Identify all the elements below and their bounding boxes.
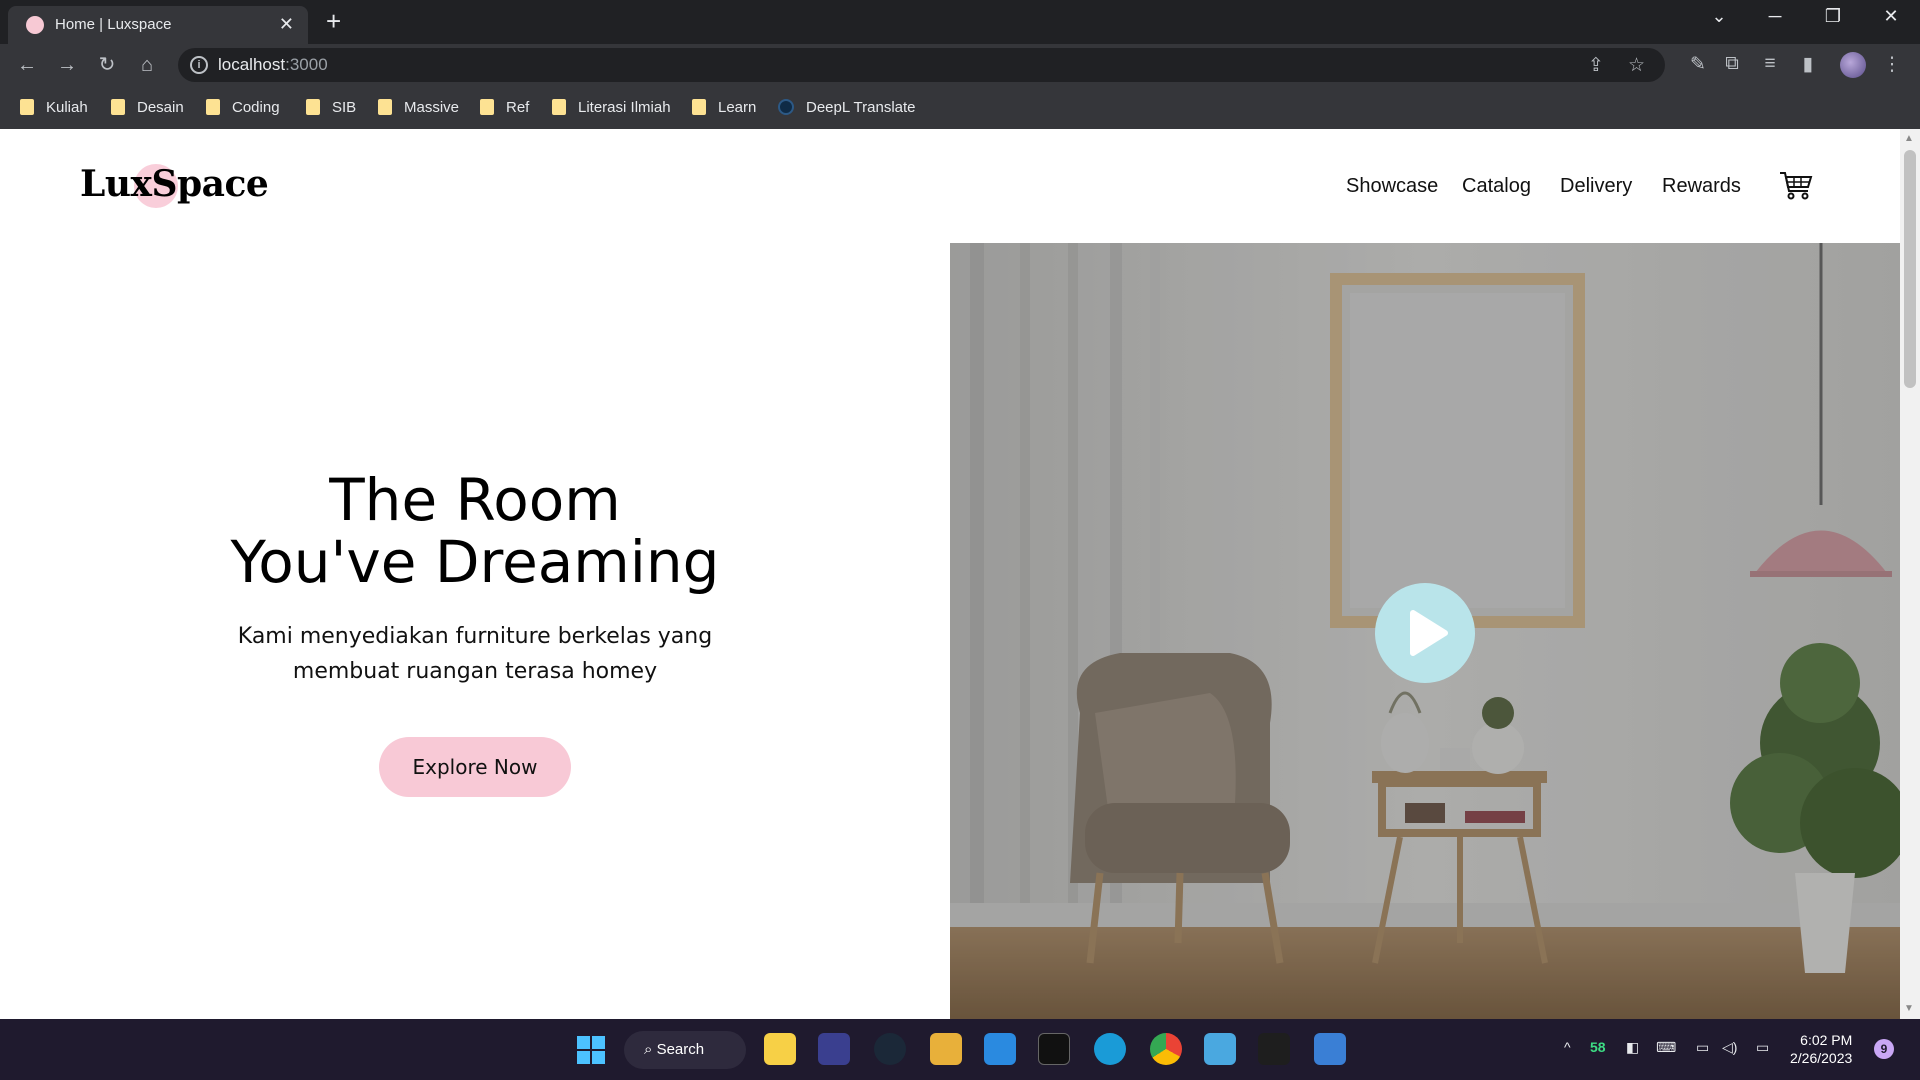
- folder-icon: [552, 99, 566, 115]
- battery-icon[interactable]: ▭: [1756, 1039, 1769, 1056]
- nav-catalog[interactable]: Catalog: [1462, 175, 1531, 198]
- hero-subtitle: Kami menyediakan furniture berkelas yang…: [200, 619, 750, 689]
- tab-home[interactable]: Home | Luxspace ✕: [8, 6, 308, 44]
- bookmark-literasi-ilmiah[interactable]: Literasi Ilmiah: [552, 96, 671, 118]
- site-logo[interactable]: LuxSpace: [80, 163, 269, 205]
- bookmark-ref[interactable]: Ref: [480, 96, 529, 118]
- back-button[interactable]: ←: [14, 52, 40, 78]
- favicon-icon: [26, 16, 44, 34]
- bookmarks-bar: Kuliah Desain Coding SIB Massive Ref Lit…: [0, 86, 1920, 129]
- page-scrollbar[interactable]: ▲ ▼: [1900, 129, 1920, 1019]
- hero-title: The Room You've Dreaming: [200, 469, 750, 593]
- figma-icon[interactable]: [1258, 1033, 1290, 1065]
- tray-counter: 58: [1590, 1039, 1606, 1055]
- bookmark-coding[interactable]: Coding: [206, 96, 280, 118]
- new-tab-button[interactable]: +: [326, 6, 341, 36]
- folder-icon: [480, 99, 494, 115]
- tab-bar: Home | Luxspace ✕ + ⌄ ─ ❐ ✕: [0, 0, 1920, 44]
- search-icon: ⌕: [644, 1041, 657, 1058]
- keyboard-icon[interactable]: ⌨: [1656, 1039, 1676, 1056]
- url-text[interactable]: localhost:3000: [218, 55, 328, 75]
- folder-icon: [378, 99, 392, 115]
- bookmark-desain[interactable]: Desain: [111, 96, 184, 118]
- tray-chevron-up-icon[interactable]: ^: [1564, 1039, 1571, 1055]
- address-bar[interactable]: i localhost:3000 ⇪ ☆: [178, 48, 1665, 82]
- scroll-up-arrow-icon[interactable]: ▲: [1904, 133, 1914, 144]
- edge-icon[interactable]: [1094, 1033, 1126, 1065]
- scroll-down-arrow-icon[interactable]: ▼: [1904, 1003, 1914, 1014]
- menu-kebab-icon[interactable]: ⋮: [1880, 53, 1904, 76]
- page-viewport: LuxSpace Showcase Catalog Delivery Rewar…: [0, 129, 1920, 1019]
- restore-button[interactable]: ❐: [1818, 6, 1848, 27]
- profile-avatar[interactable]: [1840, 52, 1866, 78]
- folder-icon: [306, 99, 320, 115]
- deepl-icon: [778, 99, 794, 115]
- bookmark-deepl[interactable]: DeepL Translate: [778, 96, 916, 118]
- clock-date: 2/26/2023: [1790, 1050, 1853, 1066]
- steam-icon[interactable]: [874, 1033, 906, 1065]
- browser-toolbar: ← → ↻ ⌂ i localhost:3000 ⇪ ☆ ✎ ⧉ ≡ ▮ ⋮: [0, 44, 1920, 86]
- folder-icon: [20, 99, 34, 115]
- cart-icon[interactable]: [1778, 167, 1814, 203]
- scrollbar-thumb[interactable]: [1904, 150, 1916, 388]
- taskbar-search[interactable]: ⌕ Search: [624, 1031, 746, 1069]
- photos-icon[interactable]: [1314, 1033, 1346, 1065]
- share-icon[interactable]: ⇪: [1588, 54, 1604, 77]
- site-info-icon[interactable]: i: [190, 56, 208, 74]
- chrome-icon[interactable]: [1150, 1033, 1182, 1065]
- terminal-icon[interactable]: [1038, 1033, 1070, 1065]
- hero-subtitle-line1: Kami menyediakan furniture berkelas yang: [237, 624, 713, 649]
- close-tab-icon[interactable]: ✕: [279, 14, 294, 34]
- hero-image: [950, 243, 1900, 1019]
- close-window-button[interactable]: ✕: [1876, 6, 1906, 27]
- tab-search-icon[interactable]: ⌄: [1704, 6, 1734, 27]
- hero-title-line1: The Room: [329, 466, 621, 534]
- sticky-notes-icon[interactable]: [764, 1033, 796, 1065]
- nav-showcase[interactable]: Showcase: [1346, 175, 1438, 198]
- notification-badge[interactable]: 9: [1874, 1039, 1894, 1059]
- bookmark-sib[interactable]: SIB: [306, 96, 356, 118]
- folder-icon: [111, 99, 125, 115]
- explore-now-button[interactable]: Explore Now: [379, 737, 571, 797]
- volume-icon[interactable]: ◁): [1722, 1039, 1737, 1056]
- vscode-icon[interactable]: [984, 1033, 1016, 1065]
- bookmark-learn[interactable]: Learn: [692, 96, 756, 118]
- bookmark-star-icon[interactable]: ☆: [1628, 54, 1645, 77]
- living-room-illustration: [950, 243, 1900, 1019]
- extensions-puzzle-icon[interactable]: ⧉: [1720, 53, 1744, 75]
- hero-title-line2: You've Dreaming: [230, 528, 720, 596]
- folder-icon: [692, 99, 706, 115]
- reload-button[interactable]: ↻: [94, 52, 120, 78]
- app-icon-cube[interactable]: [818, 1033, 850, 1065]
- bookmark-massive[interactable]: Massive: [378, 96, 459, 118]
- clock[interactable]: 6:02 PM 2/26/2023: [1790, 1031, 1852, 1067]
- forward-button[interactable]: →: [54, 52, 80, 78]
- media-control-icon[interactable]: ≡: [1758, 53, 1782, 75]
- clock-time: 6:02 PM: [1800, 1032, 1853, 1048]
- notepad-icon[interactable]: [1204, 1033, 1236, 1065]
- home-button[interactable]: ⌂: [134, 52, 160, 78]
- extension-pen-icon[interactable]: ✎: [1686, 53, 1710, 76]
- tray-app-icon[interactable]: ◧: [1626, 1039, 1639, 1056]
- nav-rewards[interactable]: Rewards: [1662, 175, 1741, 198]
- minimize-button[interactable]: ─: [1760, 6, 1790, 27]
- file-explorer-icon[interactable]: [930, 1033, 962, 1065]
- nav-delivery[interactable]: Delivery: [1560, 175, 1632, 198]
- windows-taskbar: ⌕ Search ^ 58 ◧ ⌨ ▭ ◁) ▭ 6:02 PM 2/26/20…: [0, 1019, 1920, 1080]
- bookmark-kuliah[interactable]: Kuliah: [20, 96, 88, 118]
- windows-start-icon[interactable]: [576, 1035, 606, 1065]
- browser-chrome: Home | Luxspace ✕ + ⌄ ─ ❐ ✕ ← → ↻ ⌂ i lo…: [0, 0, 1920, 129]
- hero-subtitle-line2: membuat ruangan terasa homey: [292, 659, 658, 684]
- tab-title: Home | Luxspace: [55, 16, 172, 33]
- network-icon[interactable]: ▭: [1696, 1039, 1709, 1056]
- side-panel-icon[interactable]: ▮: [1796, 53, 1820, 76]
- folder-icon: [206, 99, 220, 115]
